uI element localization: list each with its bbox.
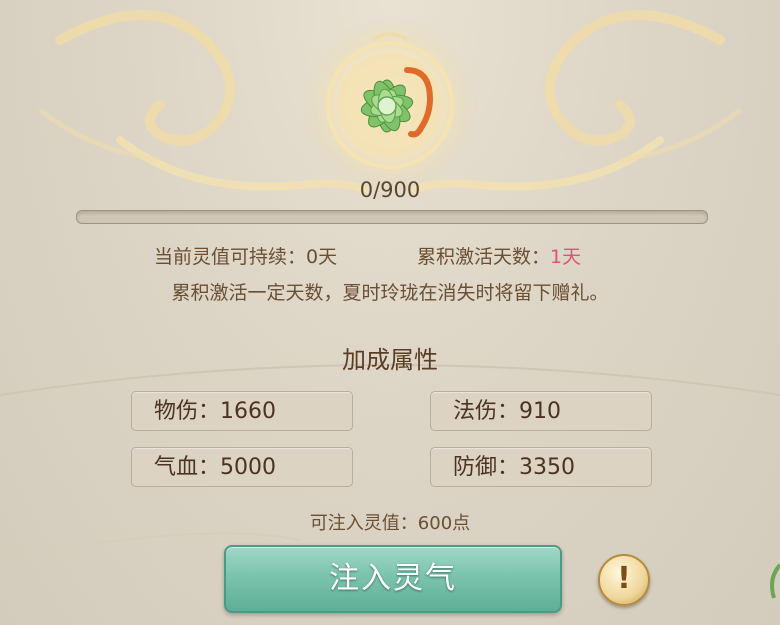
stat-health: 气血：5000 [131, 447, 353, 487]
accumulated-days-label: 累积激活天数： [417, 246, 551, 268]
stat-defense: 防御：3350 [430, 447, 652, 487]
accumulated-days-value: 1天 [550, 246, 582, 268]
duration-value: 0天 [306, 246, 338, 268]
bonus-section-title: 加成属性 [342, 346, 438, 374]
leaf-decoration [770, 563, 780, 599]
exclamation-icon[interactable]: ! [598, 554, 650, 606]
inject-spirit-button[interactable]: 注入灵气 [224, 545, 562, 613]
stat-physical-damage: 物伤：1660 [131, 391, 353, 431]
progress-text: 0/900 [359, 178, 421, 202]
duration-info: 当前灵值可持续：0天 [154, 242, 337, 269]
reward-hint: 累积激活一定天数，夏时玲珑在消失时将留下赠礼。 [171, 282, 609, 304]
stat-magic-damage: 法伤：910 [430, 391, 652, 431]
duration-label: 当前灵值可持续： [154, 246, 307, 268]
injectable-points: 可注入灵值：600点 [309, 513, 471, 534]
jade-lotus-flower-icon [325, 40, 455, 170]
accumulated-days-info: 累积激活天数：1天 [417, 242, 581, 269]
progress-bar [76, 210, 708, 224]
